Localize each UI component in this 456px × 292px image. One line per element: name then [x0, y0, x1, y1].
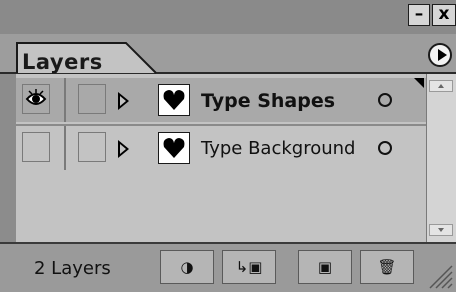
- heart-icon: [163, 138, 185, 158]
- layer-row[interactable]: Type Shapes: [16, 78, 426, 122]
- layer-thumbnail: [158, 84, 190, 116]
- lock-toggle[interactable]: [78, 84, 106, 114]
- vertical-scrollbar[interactable]: [426, 74, 456, 242]
- resize-grip-icon[interactable]: [424, 256, 454, 290]
- layer-name[interactable]: Type Shapes: [201, 90, 335, 112]
- layer-row[interactable]: Type Background: [16, 124, 426, 170]
- visibility-toggle[interactable]: [22, 132, 50, 162]
- make-clipping-mask-icon: ◑: [180, 258, 194, 276]
- target-circle-icon[interactable]: [378, 141, 392, 155]
- layers-list: Type Shapes Type Background: [16, 74, 426, 242]
- column-divider: [64, 126, 66, 170]
- new-layer-icon: ▣: [317, 258, 333, 276]
- new-layer-button[interactable]: ▣: [298, 250, 352, 284]
- tab-layers-label: Layers: [22, 50, 103, 74]
- create-sublayer-button[interactable]: ↳▣: [222, 250, 276, 284]
- lock-toggle[interactable]: [78, 132, 106, 162]
- layer-count: 2 Layers: [34, 258, 111, 279]
- make-clipping-mask-button[interactable]: ◑: [160, 250, 214, 284]
- column-divider: [64, 78, 66, 122]
- selection-marker-icon: [414, 78, 424, 88]
- minimize-button[interactable]: –: [408, 4, 430, 26]
- eye-icon: [25, 89, 47, 105]
- panel-menu-icon[interactable]: [428, 43, 452, 67]
- scroll-up-icon[interactable]: [429, 80, 453, 92]
- target-circle-icon[interactable]: [378, 93, 392, 107]
- layer-thumbnail: [158, 132, 190, 164]
- scroll-down-icon[interactable]: [429, 224, 453, 236]
- expand-triangle-icon[interactable]: [118, 92, 129, 110]
- panel-titlebar: – x: [0, 0, 456, 34]
- trash-icon: 🗑: [377, 258, 397, 276]
- layer-name[interactable]: Type Background: [201, 138, 355, 159]
- heart-icon: [163, 90, 185, 110]
- close-button[interactable]: x: [432, 4, 456, 26]
- create-sublayer-icon: ↳▣: [235, 258, 263, 276]
- delete-layer-button[interactable]: 🗑: [360, 250, 414, 284]
- visibility-toggle[interactable]: [22, 84, 50, 114]
- expand-triangle-icon[interactable]: [118, 140, 129, 158]
